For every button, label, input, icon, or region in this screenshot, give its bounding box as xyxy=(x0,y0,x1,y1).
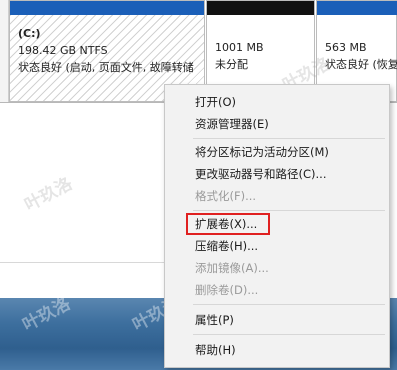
partition-c-bar xyxy=(10,1,204,15)
partition-recovery-size: 563 MB xyxy=(325,41,367,54)
partition-recovery-bar xyxy=(317,1,397,15)
partition-unallocated-bar xyxy=(207,1,314,15)
menu-item-change-drive-letter[interactable]: 更改驱动器号和路径(C)... xyxy=(195,166,326,182)
menu-item-format: 格式化(F)... xyxy=(195,189,257,203)
partition-c-name: (C:) xyxy=(18,27,41,40)
menu-separator xyxy=(193,210,385,211)
menu-item-add-mirror: 添加镜像(A)... xyxy=(195,261,269,275)
menu-item-help[interactable]: 帮助(H) xyxy=(195,342,236,358)
partition-unallocated-size: 1001 MB xyxy=(215,41,264,54)
menu-separator xyxy=(193,304,385,305)
partition-c-status: 状态良好 (启动, 页面文件, 故障转储 xyxy=(18,61,194,74)
menu-item-delete-volume: 删除卷(D)... xyxy=(195,283,259,297)
menu-separator xyxy=(193,334,385,335)
partition-c-size: 198.42 GB NTFS xyxy=(18,44,108,57)
partition-recovery-status: 状态良好 (恢复 xyxy=(325,58,397,71)
disk-map-left-edge xyxy=(0,0,9,102)
menu-item-mark-active[interactable]: 将分区标记为活动分区(M) xyxy=(195,144,329,160)
context-menu: 打开(O) 资源管理器(E) 将分区标记为活动分区(M) 更改驱动器号和路径(C… xyxy=(164,84,390,368)
lower-panel-line xyxy=(0,262,164,263)
menu-item-extend-volume[interactable]: 扩展卷(X)... xyxy=(195,216,257,232)
menu-item-open[interactable]: 打开(O) xyxy=(195,94,236,110)
menu-item-shrink-volume[interactable]: 压缩卷(H)... xyxy=(195,238,258,254)
menu-separator xyxy=(193,138,385,139)
menu-item-explorer[interactable]: 资源管理器(E) xyxy=(195,116,269,132)
menu-item-properties[interactable]: 属性(P) xyxy=(195,312,234,328)
